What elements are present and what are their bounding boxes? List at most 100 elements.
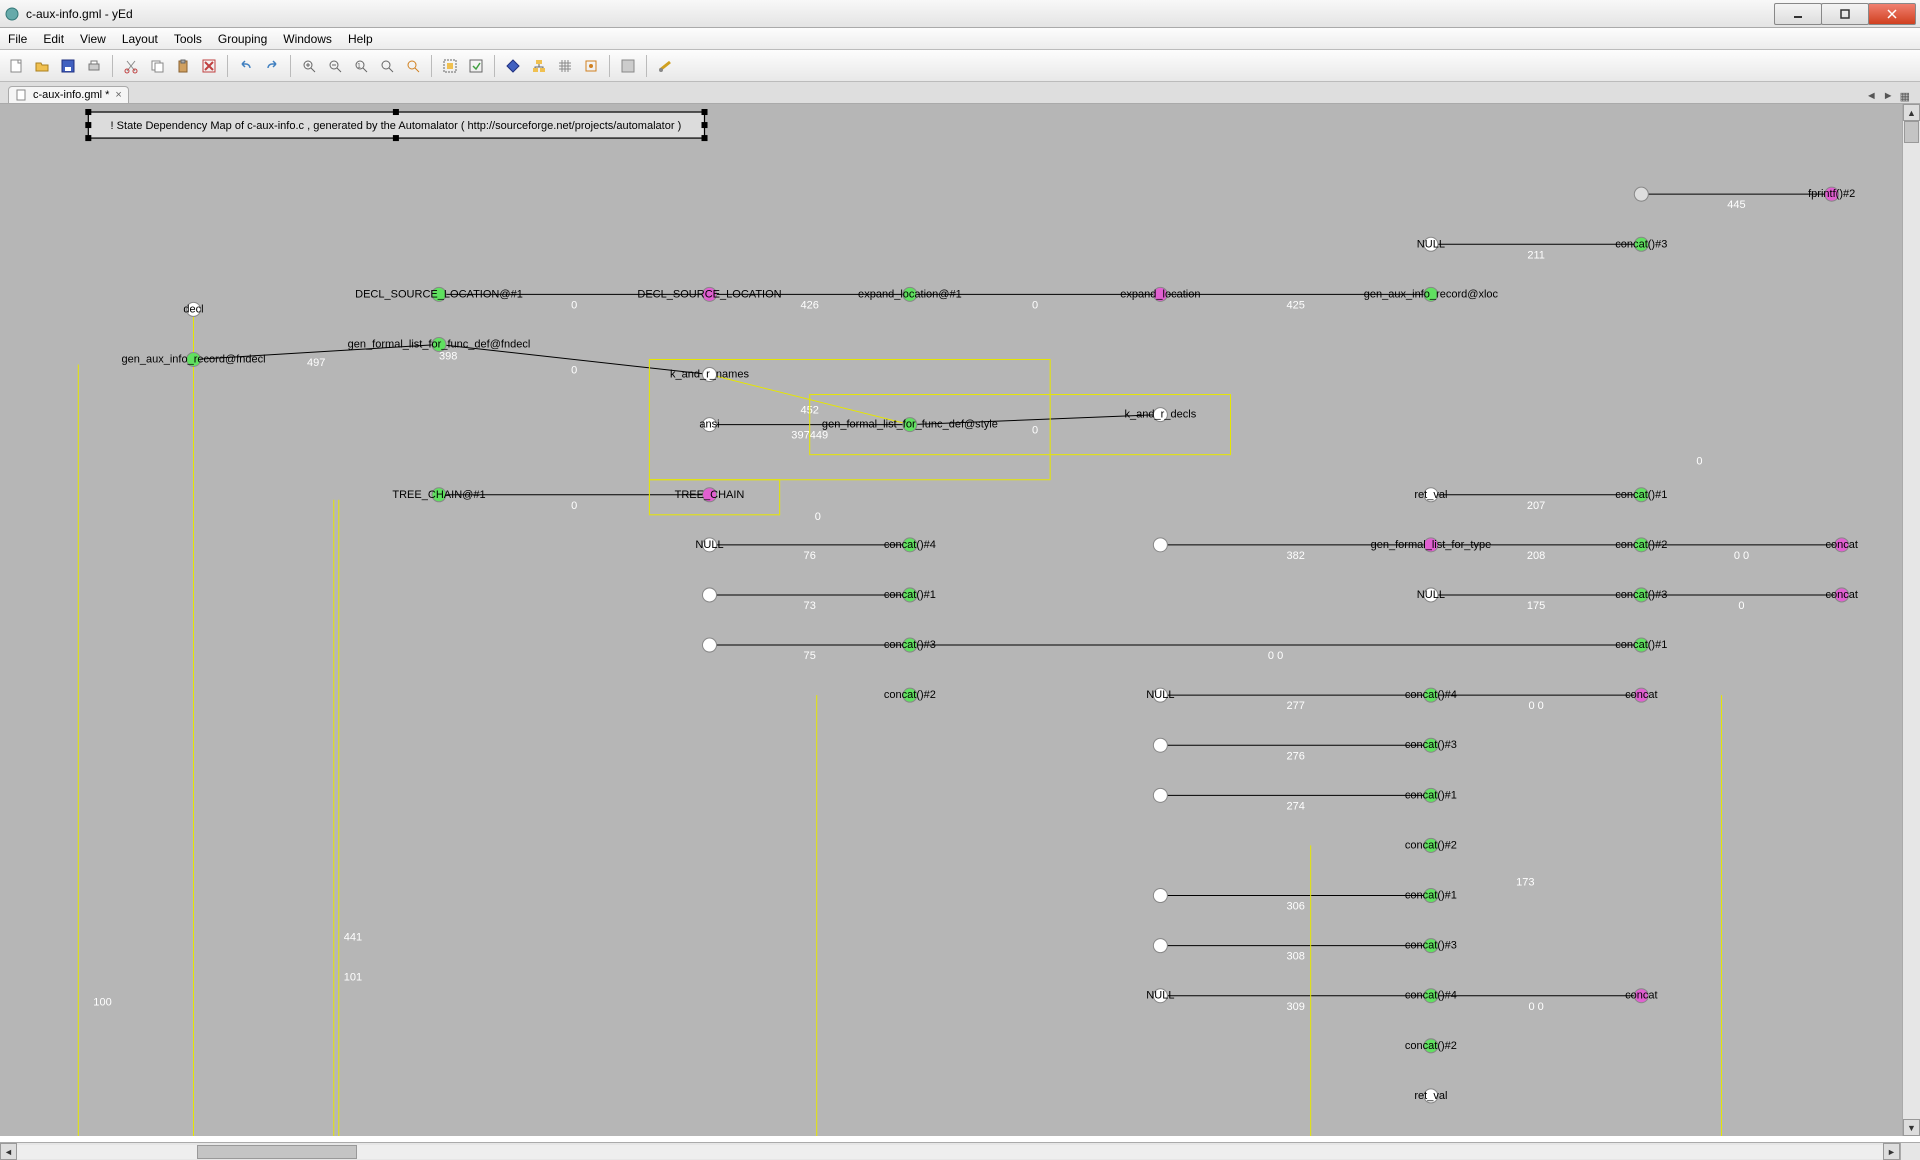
- zoom-fit-icon[interactable]: [375, 54, 399, 78]
- node-gen_formal_fndecl[interactable]: gen_formal_list_for_func_def@fndecl: [348, 337, 531, 351]
- node-concat2_2[interactable]: concat()#2: [1615, 538, 1667, 552]
- node-concat3_4[interactable]: concat()#3: [1615, 588, 1667, 602]
- node-expand_loc1[interactable]: expand_location@#1: [858, 287, 962, 301]
- node-ansi[interactable]: ansi: [699, 418, 719, 432]
- node-concat1_5[interactable]: concat()#1: [1405, 889, 1457, 903]
- node-tree_chain1[interactable]: TREE_CHAIN@#1: [392, 488, 485, 502]
- maximize-button[interactable]: [1821, 3, 1869, 25]
- layout-icon[interactable]: [501, 54, 525, 78]
- delete-icon[interactable]: [197, 54, 221, 78]
- grid-icon[interactable]: [553, 54, 577, 78]
- node-concat1_4[interactable]: concat()#1: [1405, 788, 1457, 802]
- node-concatR2[interactable]: concat: [1825, 588, 1857, 602]
- node-concat2_3[interactable]: concat()#2: [884, 688, 936, 702]
- scroll-right-icon[interactable]: ►: [1883, 1143, 1900, 1160]
- scroll-up-icon[interactable]: ▲: [1903, 104, 1920, 121]
- fit-selection-icon[interactable]: [464, 54, 488, 78]
- hscroll-thumb[interactable]: [197, 1145, 357, 1159]
- node-decl_src_loc1[interactable]: DECL_SOURCE_LOCATION@#1: [355, 287, 523, 301]
- minimize-button[interactable]: [1774, 3, 1822, 25]
- save-icon[interactable]: [56, 54, 80, 78]
- node-decl_src_loc[interactable]: DECL_SOURCE_LOCATION: [637, 287, 781, 301]
- node-ret_val1[interactable]: ret_val: [1414, 488, 1447, 502]
- node-ret_val2[interactable]: ret_val: [1414, 1089, 1447, 1103]
- tab-prev-icon[interactable]: ◄: [1866, 90, 1877, 103]
- node-img1[interactable]: [1634, 187, 1648, 201]
- node-k_and_r_names[interactable]: k_and_r_names: [670, 368, 749, 382]
- selected-node[interactable]: ! State Dependency Map of c-aux-info.c ,…: [85, 109, 707, 141]
- node-concat4_2[interactable]: concat()#4: [1405, 688, 1457, 702]
- node-blank5[interactable]: [1153, 788, 1167, 802]
- scroll-left-icon[interactable]: ◄: [0, 1143, 17, 1160]
- tab-next-icon[interactable]: ►: [1883, 90, 1894, 103]
- zoom-out-icon[interactable]: [323, 54, 347, 78]
- copy-icon[interactable]: [145, 54, 169, 78]
- document-tab[interactable]: c-aux-info.gml * ×: [8, 86, 129, 103]
- node-k_and_r_decls[interactable]: k_and_r_decls: [1125, 408, 1197, 422]
- menu-tools[interactable]: Tools: [166, 32, 210, 46]
- open-file-icon[interactable]: [30, 54, 54, 78]
- graph-canvas[interactable]: ! State Dependency Map of c-aux-info.c ,…: [0, 104, 1920, 1136]
- node-null2[interactable]: NULL: [695, 538, 723, 552]
- print-icon[interactable]: [82, 54, 106, 78]
- node-blank1[interactable]: [1153, 538, 1167, 552]
- tab-close-icon[interactable]: ×: [115, 89, 121, 101]
- snap-icon[interactable]: [579, 54, 603, 78]
- horizontal-scrollbar[interactable]: ◄ ►: [0, 1142, 1900, 1160]
- menu-grouping[interactable]: Grouping: [210, 32, 275, 46]
- node-concatR4[interactable]: concat: [1625, 989, 1657, 1003]
- node-null5[interactable]: NULL: [1146, 989, 1174, 1003]
- scroll-down-icon[interactable]: ▼: [1903, 1119, 1920, 1136]
- node-concat4_3[interactable]: concat()#4: [1405, 989, 1457, 1003]
- node-concat4[interactable]: concat()#4: [884, 538, 936, 552]
- node-expand_loc[interactable]: expand_location: [1120, 287, 1200, 301]
- zoom-in-icon[interactable]: [297, 54, 321, 78]
- new-file-icon[interactable]: [4, 54, 28, 78]
- node-gen_aux_fndecl[interactable]: gen_aux_info_record@fndecl: [121, 352, 265, 366]
- node-concat3_5[interactable]: concat()#3: [884, 638, 936, 652]
- menu-file[interactable]: File: [0, 32, 35, 46]
- menu-help[interactable]: Help: [340, 32, 381, 46]
- node-concat1_1[interactable]: concat()#1: [1615, 488, 1667, 502]
- node-blank2[interactable]: [703, 588, 717, 602]
- node-concat1_2[interactable]: concat()#1: [884, 588, 936, 602]
- vscroll-thumb[interactable]: [1904, 121, 1919, 143]
- node-concat3_3[interactable]: concat()#3: [1615, 237, 1667, 251]
- vertical-scrollbar[interactable]: ▲ ▼: [1902, 104, 1920, 1136]
- tab-list-icon[interactable]: ▦: [1900, 90, 1910, 103]
- node-null1[interactable]: NULL: [1417, 237, 1445, 251]
- node-decl[interactable]: decl: [183, 302, 203, 316]
- undo-icon[interactable]: [234, 54, 258, 78]
- node-fprintf2[interactable]: fprintf()#2: [1808, 187, 1855, 201]
- paste-icon[interactable]: [171, 54, 195, 78]
- node-gen_aux_xloc[interactable]: gen_aux_info_record@xloc: [1364, 287, 1499, 301]
- hierarchy-icon[interactable]: [527, 54, 551, 78]
- node-blank7[interactable]: [1153, 939, 1167, 953]
- node-concat3_6[interactable]: concat()#3: [1405, 738, 1457, 752]
- node-blank4[interactable]: [1153, 738, 1167, 752]
- node-gen_formal_style[interactable]: gen_formal_list_for_func_def@style: [822, 418, 998, 432]
- node-blank3[interactable]: [703, 638, 717, 652]
- menu-edit[interactable]: Edit: [35, 32, 72, 46]
- close-button[interactable]: [1868, 3, 1916, 25]
- settings-icon[interactable]: [653, 54, 677, 78]
- node-null3[interactable]: NULL: [1417, 588, 1445, 602]
- node-concat2_5[interactable]: concat()#2: [1405, 1039, 1457, 1053]
- node-concat2_4[interactable]: concat()#2: [1405, 838, 1457, 852]
- node-concatR1[interactable]: concat: [1825, 538, 1857, 552]
- fit-content-icon[interactable]: [438, 54, 462, 78]
- node-gen_formal_type[interactable]: gen_formal_list_for_type: [1371, 538, 1492, 552]
- node-concat3_7[interactable]: concat()#3: [1405, 939, 1457, 953]
- menu-layout[interactable]: Layout: [114, 32, 166, 46]
- node-concat1_3[interactable]: concat()#1: [1615, 638, 1667, 652]
- menu-windows[interactable]: Windows: [275, 32, 340, 46]
- node-null4[interactable]: NULL: [1146, 688, 1174, 702]
- redo-icon[interactable]: [260, 54, 284, 78]
- cut-icon[interactable]: [119, 54, 143, 78]
- node-blank6[interactable]: [1153, 889, 1167, 903]
- group-icon[interactable]: [616, 54, 640, 78]
- menu-view[interactable]: View: [72, 32, 114, 46]
- node-concatR3[interactable]: concat: [1625, 688, 1657, 702]
- zoom-reset-icon[interactable]: 1: [349, 54, 373, 78]
- zoom-sel-icon[interactable]: [401, 54, 425, 78]
